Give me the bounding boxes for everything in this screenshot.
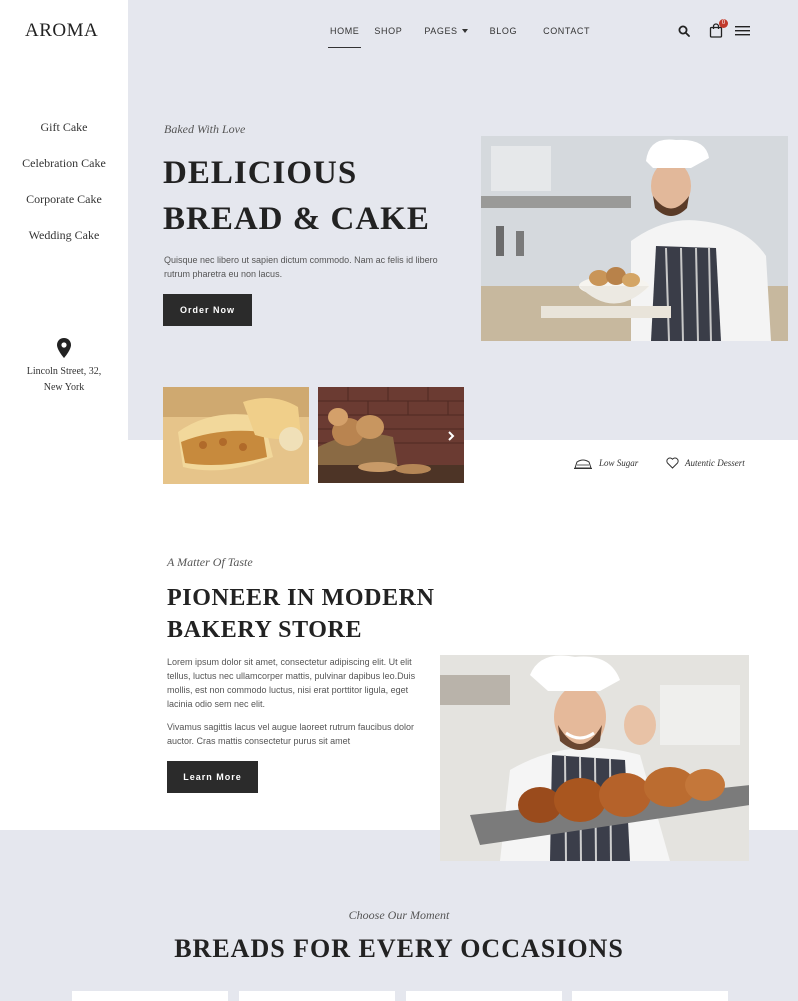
feature-autentic-dessert-label: Autentic Dessert: [685, 458, 745, 468]
occasion-card[interactable]: [572, 991, 728, 1001]
thumbnail-bread-basket[interactable]: [318, 387, 464, 483]
menu-icon[interactable]: [735, 25, 750, 36]
sidebar-item-gift-cake[interactable]: Gift Cake: [0, 118, 128, 154]
nav-pages[interactable]: PAGES: [424, 24, 468, 48]
address-line1: Lincoln Street, 32,: [26, 366, 102, 377]
main-nav: HOME SHOP PAGES BLOG CONTACT: [327, 24, 590, 48]
hero-title-line1: DELICIOUS: [163, 155, 358, 191]
hero-title-line2: BREAD & CAKE: [163, 201, 430, 237]
learn-more-button[interactable]: Learn More: [167, 761, 258, 793]
order-now-button[interactable]: Order Now: [163, 294, 252, 326]
heart-icon: [666, 457, 679, 469]
address-line2: New York: [43, 382, 85, 393]
strudel-illustration: [163, 387, 309, 484]
nav-blog[interactable]: BLOG: [490, 24, 517, 48]
occasion-card[interactable]: [239, 991, 395, 1001]
location-pin-icon: [57, 338, 71, 358]
sidebar: AROMA Gift Cake Celebration Cake Corpora…: [0, 0, 128, 440]
hero-kicker: Baked With Love: [164, 122, 246, 136]
occasions-title: BREADS FOR EVERY OCCASIONS: [174, 934, 624, 963]
feature-low-sugar-label: Low Sugar: [599, 458, 639, 468]
about-title: PIONEER IN MODERN BAKERY STORE: [167, 582, 447, 646]
baker-with-tray-illustration: [440, 655, 749, 861]
sidebar-nav: Gift Cake Celebration Cake Corporate Cak…: [0, 118, 128, 262]
bread-basket-illustration: [318, 387, 464, 483]
address: Lincoln Street, 32, New York: [10, 364, 118, 396]
cart-count-badge: 0: [719, 19, 728, 28]
nav-home[interactable]: HOME: [327, 24, 362, 48]
hero-title: DELICIOUS BREAD & CAKE: [163, 150, 463, 242]
about-title-line1: PIONEER IN MODERN: [167, 585, 435, 611]
hero-description: Quisque nec libero ut sapien dictum comm…: [164, 255, 438, 279]
search-icon[interactable]: [678, 25, 690, 37]
nav-contact[interactable]: CONTACT: [543, 24, 590, 48]
nav-shop[interactable]: SHOP: [374, 24, 402, 48]
about-image-baker: [440, 655, 749, 861]
feature-autentic-dessert: Autentic Dessert: [666, 455, 745, 471]
baker-illustration: [481, 136, 788, 341]
sidebar-item-celebration-cake[interactable]: Celebration Cake: [0, 154, 128, 190]
chevron-right-icon[interactable]: [446, 430, 456, 442]
hero-image-baker: [481, 136, 788, 341]
occasion-card[interactable]: [406, 991, 562, 1001]
sidebar-item-wedding-cake[interactable]: Wedding Cake: [0, 226, 128, 262]
about-paragraph-1: Lorem ipsum dolor sit amet, consectetur …: [167, 657, 416, 709]
thumbnail-strudel[interactable]: [163, 387, 309, 484]
about-kicker: A Matter Of Taste: [167, 555, 253, 569]
logo[interactable]: AROMA: [25, 20, 98, 42]
chevron-down-icon: [461, 29, 468, 33]
feature-low-sugar: Low Sugar: [573, 455, 638, 471]
about-title-line2: BAKERY STORE: [167, 617, 363, 643]
about-paragraph-2: Vivamus sagittis lacus vel augue laoreet…: [167, 722, 414, 746]
sidebar-item-corporate-cake[interactable]: Corporate Cake: [0, 190, 128, 226]
occasions-kicker: Choose Our Moment: [348, 908, 450, 922]
nav-pages-label: PAGES: [424, 26, 458, 36]
occasion-card[interactable]: [72, 991, 228, 1001]
cake-icon: [574, 459, 592, 469]
